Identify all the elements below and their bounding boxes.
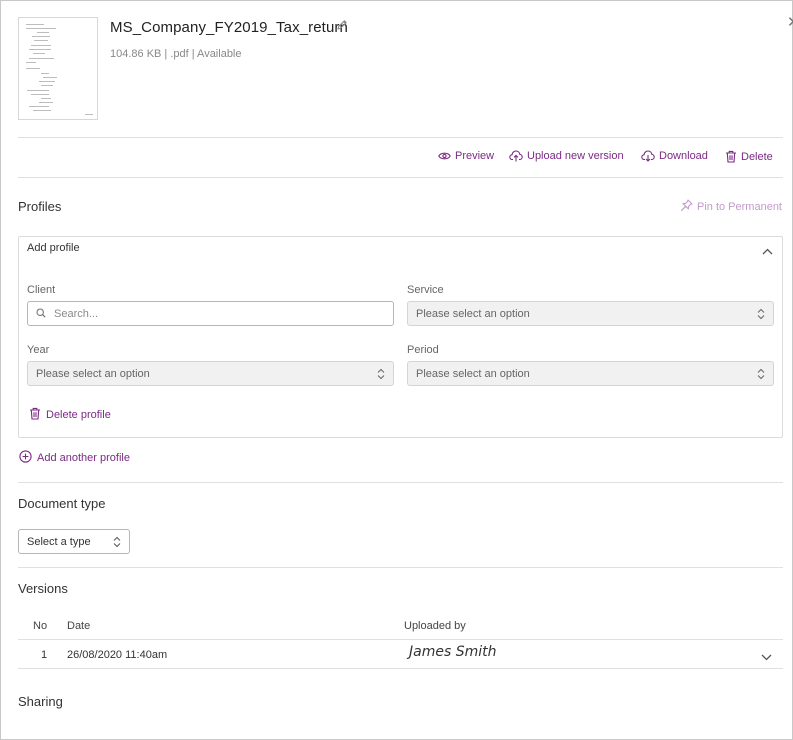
cloud-upload-icon bbox=[509, 150, 523, 162]
download-label: Download bbox=[659, 150, 708, 162]
thumbnail-line bbox=[41, 98, 51, 99]
client-label: Client bbox=[27, 284, 56, 296]
thumbnail-line bbox=[27, 90, 49, 91]
thumbnail-line bbox=[32, 36, 50, 37]
pin-to-permanent-button[interactable]: Pin to Permanent bbox=[680, 199, 782, 215]
delete-profile-label: Delete profile bbox=[46, 409, 111, 421]
year-select-value: Please select an option bbox=[36, 367, 150, 380]
versions-column-uploaded-by: Uploaded by bbox=[404, 620, 466, 632]
file-meta: 104.86 KB | .pdf | Available bbox=[110, 48, 242, 60]
sharing-heading: Sharing bbox=[18, 694, 63, 709]
upload-new-version-label: Upload new version bbox=[527, 150, 624, 162]
trash-icon bbox=[725, 150, 737, 163]
thumbnail-line bbox=[41, 73, 49, 74]
updown-arrows-icon bbox=[113, 536, 121, 551]
year-label: Year bbox=[27, 344, 50, 356]
chevron-down-icon[interactable] bbox=[761, 650, 772, 664]
thumbnail-line bbox=[39, 81, 55, 82]
thumbnail-line bbox=[31, 94, 49, 95]
version-no: 1 bbox=[41, 649, 48, 661]
service-select[interactable]: Please select an option bbox=[407, 301, 774, 326]
close-icon[interactable]: ✕ bbox=[787, 15, 793, 30]
versions-column-no: No bbox=[33, 620, 48, 632]
document-details-panel: ✕ MS_Company_FY2019_Tax_return 104.86 KB… bbox=[0, 0, 793, 740]
thumbnail-line bbox=[43, 77, 57, 78]
thumbnail-line bbox=[37, 32, 49, 33]
thumbnail-line bbox=[29, 106, 49, 107]
file-name: MS_Company_FY2019_Tax_return bbox=[110, 19, 348, 36]
add-profile-card: Add profile Client Search... Service Ple… bbox=[18, 236, 783, 438]
thumbnail-line bbox=[41, 85, 53, 86]
period-select-value: Please select an option bbox=[416, 367, 530, 380]
add-another-profile-button[interactable]: Add another profile bbox=[19, 450, 130, 466]
eye-icon bbox=[438, 151, 451, 161]
divider bbox=[18, 137, 783, 138]
versions-column-date: Date bbox=[67, 620, 91, 632]
version-uploaded-by: James Smith bbox=[409, 644, 497, 660]
thumbnail-line bbox=[29, 49, 51, 50]
document-type-heading: Document type bbox=[18, 496, 106, 511]
thumbnail-line bbox=[39, 102, 53, 103]
divider bbox=[18, 639, 783, 640]
thumbnail-line bbox=[26, 62, 36, 63]
updown-arrows-icon bbox=[757, 308, 765, 323]
document-type-select[interactable]: Select a type bbox=[18, 529, 130, 554]
delete-label: Delete bbox=[741, 150, 773, 163]
download-button[interactable]: Download bbox=[641, 150, 708, 162]
thumbnail-line bbox=[31, 45, 51, 46]
versions-heading: Versions bbox=[18, 581, 68, 596]
divider bbox=[18, 567, 783, 568]
upload-new-version-button[interactable]: Upload new version bbox=[509, 150, 624, 162]
chevron-up-icon[interactable] bbox=[762, 244, 773, 258]
year-select[interactable]: Please select an option bbox=[27, 361, 394, 386]
service-select-value: Please select an option bbox=[416, 307, 530, 320]
updown-arrows-icon bbox=[757, 368, 765, 383]
document-thumbnail[interactable] bbox=[18, 17, 98, 120]
period-label: Period bbox=[407, 344, 439, 356]
document-type-value: Select a type bbox=[27, 535, 91, 548]
thumbnail-line bbox=[29, 58, 54, 59]
plus-circle-icon bbox=[19, 450, 32, 466]
delete-profile-button[interactable]: Delete profile bbox=[29, 407, 111, 423]
thumbnail-line bbox=[34, 40, 48, 41]
service-label: Service bbox=[407, 284, 444, 296]
thumbnail-line bbox=[33, 110, 51, 111]
add-profile-title: Add profile bbox=[27, 242, 80, 254]
version-date: 26/08/2020 11:40am bbox=[67, 649, 168, 661]
divider bbox=[18, 482, 783, 483]
client-search-placeholder: Search... bbox=[54, 307, 99, 320]
pin-to-permanent-label: Pin to Permanent bbox=[697, 201, 782, 213]
thumbnail-line bbox=[33, 53, 45, 54]
preview-label: Preview bbox=[455, 150, 495, 162]
divider bbox=[18, 668, 783, 669]
updown-arrows-icon bbox=[377, 368, 385, 383]
thumbnail-line bbox=[26, 68, 40, 69]
thumbnail-line bbox=[26, 24, 44, 25]
pencil-icon[interactable] bbox=[336, 19, 348, 34]
add-another-profile-label: Add another profile bbox=[37, 452, 130, 464]
divider bbox=[18, 177, 783, 178]
thumbnail-line bbox=[85, 114, 93, 115]
search-icon bbox=[36, 307, 46, 321]
client-search-input[interactable]: Search... bbox=[27, 301, 394, 326]
thumbnail-line bbox=[26, 28, 56, 29]
preview-button[interactable]: Preview bbox=[438, 150, 494, 162]
trash-icon bbox=[29, 407, 41, 423]
delete-button[interactable]: Delete bbox=[725, 150, 773, 163]
profiles-heading: Profiles bbox=[18, 199, 62, 214]
pin-icon bbox=[680, 199, 693, 215]
period-select[interactable]: Please select an option bbox=[407, 361, 774, 386]
cloud-download-icon bbox=[641, 150, 655, 162]
